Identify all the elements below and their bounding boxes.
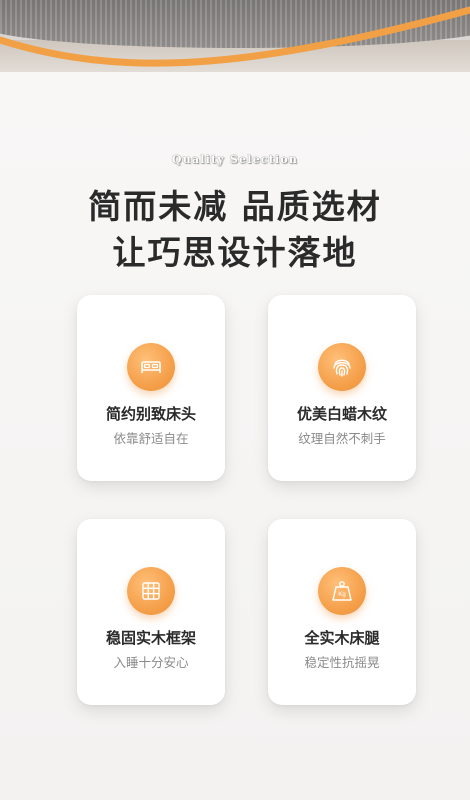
feature-card-wood-grain: 优美白蜡木纹 纹理自然不刺手 [268,295,416,481]
feature-title: 全实木床腿 [304,629,380,647]
section-title-line-1: 简而未减 品质选材 [88,187,382,226]
feature-subtitle: 纹理自然不刺手 [298,431,386,446]
feature-subtitle: 依靠舒适自在 [113,431,189,446]
feature-title: 优美白蜡木纹 [296,405,387,423]
feature-title: 稳固实木框架 [105,629,196,647]
weight-kg-icon: Kg [318,567,366,615]
section-title-line-2: 让巧思设计落地 [112,233,358,272]
orange-curve-decoration [0,6,470,67]
feature-card-frame: 稳固实木框架 入睡十分安心 [77,519,225,705]
feature-title: 简约别致床头 [105,405,196,423]
fingerprint-icon [318,343,366,391]
section-subtitle: Quality Selection [171,153,299,166]
feature-subtitle: 稳定性抗摇晃 [304,655,380,670]
bed-icon [127,343,175,391]
feature-card-legs: Kg 全实木床腿 稳定性抗摇晃 [268,519,416,705]
grid-frame-icon [127,567,175,615]
weight-label: Kg [338,592,345,598]
feature-subtitle: 入睡十分安心 [113,655,189,670]
feature-card-headboard: 简约别致床头 依靠舒适自在 [77,295,225,481]
hero-photo [0,0,470,82]
